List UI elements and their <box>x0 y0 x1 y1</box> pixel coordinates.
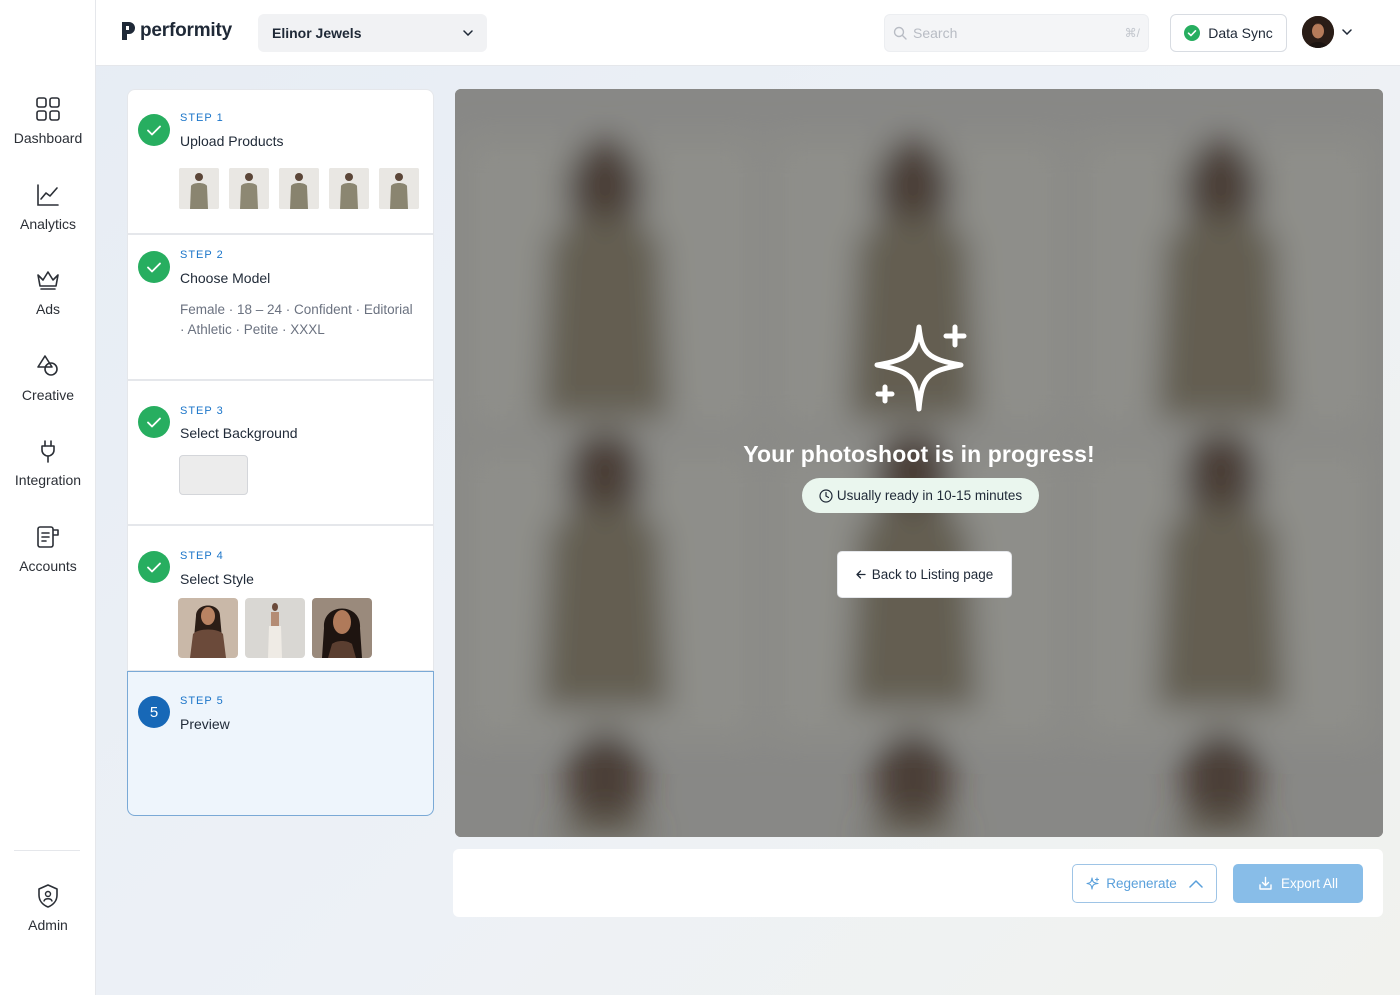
eta-text: Usually ready in 10-15 minutes <box>836 488 1023 503</box>
data-sync-button[interactable]: Data Sync <box>1170 14 1287 52</box>
search-bar: ⌘/ <box>884 14 1149 52</box>
arrow-left-icon <box>856 570 866 579</box>
sidebar-item-accounts[interactable]: Accounts <box>0 524 96 574</box>
data-sync-label: Data Sync <box>1208 25 1273 41</box>
style-thumbnail[interactable] <box>245 598 305 658</box>
step-select-style[interactable]: STEP 4 Select Style <box>127 525 434 671</box>
sidebar-item-dashboard[interactable]: Dashboard <box>0 96 96 146</box>
sidebar-item-analytics[interactable]: Analytics <box>0 182 96 232</box>
eta-badge: Usually ready in 10-15 minutes <box>802 478 1039 513</box>
product-thumbnail[interactable] <box>279 168 319 209</box>
step-title: Select Background <box>180 425 298 441</box>
action-bar: Regenerate Export All <box>453 849 1383 917</box>
sidebar-item-label: Admin <box>28 917 68 933</box>
sidebar-divider <box>14 850 80 851</box>
accounts-icon <box>37 526 59 548</box>
step-upload-products[interactable]: STEP 1 Upload Products <box>127 89 434 234</box>
progress-title: Your photoshoot is in progress! <box>743 441 1095 467</box>
step-title: Upload Products <box>180 133 284 149</box>
sidebar-item-label: Creative <box>21 387 75 403</box>
style-thumbnail[interactable] <box>178 598 238 658</box>
sparkle-icon <box>874 324 967 412</box>
chevron-down-icon <box>463 30 473 36</box>
product-thumbnails <box>179 168 419 209</box>
store-selector[interactable]: Elinor Jewels <box>258 14 487 52</box>
check-circle-icon <box>1184 25 1201 41</box>
shield-icon <box>38 884 58 908</box>
product-thumbnail[interactable] <box>329 168 369 209</box>
export-all-label: Export All <box>1280 876 1339 891</box>
store-name: Elinor Jewels <box>272 25 362 41</box>
step-tag: STEP 1 <box>180 112 224 124</box>
regenerate-label: Regenerate <box>1106 876 1177 891</box>
chevron-down-icon <box>1342 29 1352 35</box>
back-to-listing-button[interactable]: Back to Listing page <box>837 551 1012 598</box>
plug-icon <box>41 440 55 463</box>
sparkle-small-icon <box>1086 876 1100 890</box>
step-tag: STEP 5 <box>180 695 224 707</box>
product-thumbnail[interactable] <box>229 168 269 209</box>
sidebar-item-label: Accounts <box>19 558 77 574</box>
sidebar-item-creative[interactable]: Creative <box>0 353 96 403</box>
dashboard-icon <box>36 97 60 121</box>
step-choose-model[interactable]: STEP 2 Choose Model Female · 18 – 24 · C… <box>127 234 434 380</box>
product-thumbnail[interactable] <box>179 168 219 209</box>
model-description: Female · 18 – 24 · Confident · Editorial… <box>180 302 413 337</box>
step-complete-check-icon <box>138 251 170 283</box>
sidebar-item-label: Dashboard <box>13 130 83 146</box>
step-select-background[interactable]: STEP 3 Select Background <box>127 380 434 525</box>
chevron-up-icon <box>1189 879 1203 888</box>
search-shortcut: ⌘/ <box>1124 26 1140 40</box>
brand-name: performity <box>140 20 232 41</box>
sidebar-item-label: Integration <box>14 472 82 488</box>
background-swatch[interactable] <box>179 455 248 495</box>
sidebar-item-label: Analytics <box>19 216 77 232</box>
brand-logo[interactable]: performity <box>120 20 232 42</box>
clock-icon <box>819 488 833 503</box>
search-input[interactable] <box>913 25 1125 41</box>
sidebar-item-admin[interactable]: Admin <box>0 883 96 933</box>
step-complete-check-icon <box>138 551 170 583</box>
download-icon <box>1259 876 1272 890</box>
step-title: Select Style <box>180 571 254 587</box>
step-complete-check-icon <box>138 114 170 146</box>
export-all-button[interactable]: Export All <box>1233 864 1363 903</box>
style-thumbnails <box>178 598 372 658</box>
analytics-icon <box>37 184 59 206</box>
progress-overlay: Your photoshoot is in progress! Usually … <box>455 89 1383 837</box>
step-tag: STEP 4 <box>180 550 224 562</box>
step-title: Preview <box>180 716 230 732</box>
step-number-badge: 5 <box>138 696 170 728</box>
logo-mark-icon <box>122 22 135 40</box>
step-complete-check-icon <box>138 406 170 438</box>
sidebar-item-label: Ads <box>35 301 61 317</box>
avatar <box>1302 16 1334 48</box>
top-header: performity Elinor Jewels ⌘/ Data Sync <box>96 0 1400 66</box>
sidebar-item-ads[interactable]: Ads <box>0 267 96 317</box>
photoshoot-preview: Your photoshoot is in progress! Usually … <box>455 89 1383 837</box>
regenerate-button[interactable]: Regenerate <box>1072 864 1217 903</box>
sidebar: Dashboard Analytics Ads Creative Integra… <box>0 0 96 995</box>
step-preview[interactable]: 5 STEP 5 Preview <box>127 671 434 816</box>
shapes-icon <box>37 355 58 376</box>
back-to-listing-label: Back to Listing page <box>871 567 994 582</box>
user-menu[interactable] <box>1302 16 1352 48</box>
sidebar-item-integration[interactable]: Integration <box>0 438 96 488</box>
step-title: Choose Model <box>180 270 271 286</box>
style-thumbnail[interactable] <box>312 598 372 658</box>
crown-icon <box>37 271 59 290</box>
step-tag: STEP 2 <box>180 249 224 261</box>
product-thumbnail[interactable] <box>379 168 419 209</box>
search-icon <box>893 26 907 40</box>
step-tag: STEP 3 <box>180 405 224 417</box>
